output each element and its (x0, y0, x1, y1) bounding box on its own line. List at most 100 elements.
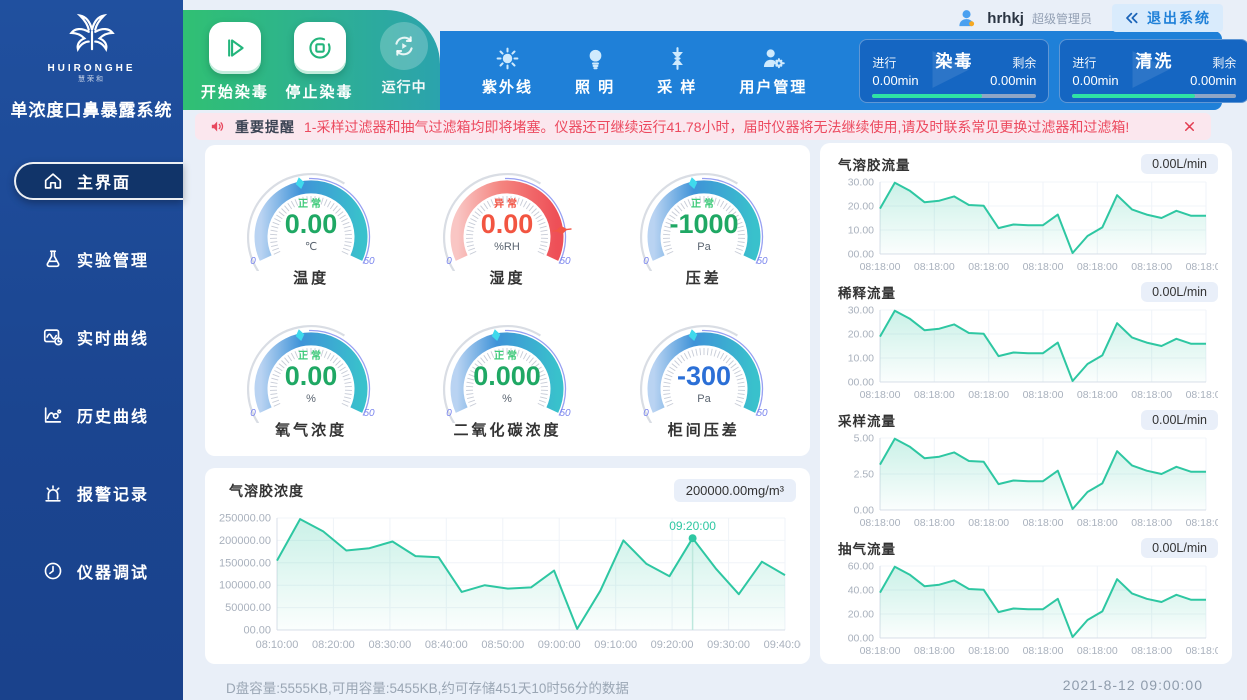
svg-text:08:20:00: 08:20:00 (312, 639, 355, 651)
app-title: 单浓度口鼻暴露系统 (0, 96, 183, 121)
svg-text:08:18:00: 08:18:00 (914, 517, 955, 529)
realtime-curve-icon (42, 326, 64, 348)
sidebar-item-realtime-curve[interactable]: 实时曲线 (0, 318, 183, 356)
progress-bar (872, 94, 1036, 98)
dilution-flow-chart-area: 30.0020.0010.0000.0008:18:0008:18:0008:1… (830, 302, 1222, 407)
aerosol-flow-block: 气溶胶流量0.00L/min30.0020.0010.0000.0008:18:… (830, 151, 1222, 279)
sidebar-item-label: 报警记录 (77, 481, 149, 505)
tool-light-bulb[interactable]: 照 明 (575, 45, 615, 97)
running-icon (390, 32, 418, 60)
progress-value: 0.00min (872, 73, 918, 88)
tool-group: 紫外线 照 明 采 样 用户管理 (482, 45, 849, 97)
svg-text:09:20:00: 09:20:00 (669, 519, 716, 533)
flow-charts-panel: 气溶胶流量0.00L/min30.0020.0010.0000.0008:18:… (820, 143, 1232, 664)
sidebar: HUIRONGHE 慧荣和 单浓度口鼻暴露系统 主界面实验管理实时曲线历史曲线报… (0, 0, 183, 700)
sidebar-item-history-curve[interactable]: 历史曲线 (0, 396, 183, 434)
toolbar-tools: 紫外线照 明采 样用户管理 ▶进行染毒剩余0.00min0.00min▶进行清洗… (440, 31, 1222, 110)
svg-text:0.00: 0.00 (481, 209, 534, 239)
tool-label: 照 明 (575, 76, 615, 97)
progress-bar-fill (872, 94, 982, 98)
svg-text:08:18:00: 08:18:00 (1131, 645, 1172, 657)
gauge-caption: 湿度 (489, 267, 525, 288)
play-button[interactable] (209, 22, 261, 74)
history-curve-icon (42, 404, 64, 426)
toolbar-controls: 开始染毒停止染毒运行中 (183, 10, 440, 110)
svg-text:5.00: 5.00 (854, 433, 875, 445)
svg-text:08:18:00: 08:18:00 (914, 645, 955, 657)
stop-button[interactable] (294, 22, 346, 74)
svg-text:09:40:00: 09:40:00 (764, 639, 801, 651)
svg-text:08:10:00: 08:10:00 (256, 639, 299, 651)
gauge-dial: 异常0.00%RH050 (422, 161, 592, 271)
stop-icon (306, 34, 334, 62)
svg-text:08:18:00: 08:18:00 (968, 389, 1009, 401)
svg-text:Pa: Pa (697, 393, 711, 405)
gauge-dial: 正常0.00%050 (226, 313, 396, 423)
svg-text:08:18:00: 08:18:00 (1077, 645, 1118, 657)
logout-label: 退出系统 (1147, 8, 1211, 28)
svg-text:00.00: 00.00 (243, 625, 271, 637)
svg-text:2.50: 2.50 (854, 469, 875, 481)
svg-text:09:30:00: 09:30:00 (707, 639, 750, 651)
home-icon (42, 170, 64, 192)
control-running: 运行中 (368, 22, 440, 97)
gauge-dial: 正常-1000Pa050 (619, 161, 789, 271)
svg-text:50: 50 (756, 256, 768, 267)
tool-label: 紫外线 (482, 76, 533, 97)
light-bulb-icon (582, 45, 609, 72)
sidebar-item-instrument-debug[interactable]: 仪器调试 (0, 552, 183, 590)
instrument-debug-icon (42, 560, 64, 582)
user-row: hrhkj 超级管理员 退出系统 (956, 4, 1223, 32)
dilution-flow-block: 稀释流量0.00L/min30.0020.0010.0000.0008:18:0… (830, 279, 1222, 407)
tool-user-manage[interactable]: 用户管理 (739, 45, 807, 97)
svg-text:08:18:00: 08:18:00 (968, 645, 1009, 657)
svg-text:08:18:00: 08:18:00 (1186, 645, 1218, 657)
control-label: 运行中 (382, 77, 427, 97)
logout-button[interactable]: 退出系统 (1112, 4, 1223, 32)
svg-text:09:20:00: 09:20:00 (651, 639, 694, 651)
gauge-dial: 正常0.000%050 (422, 313, 592, 423)
progress-label: 进行 (872, 54, 896, 71)
user-role: 超级管理员 (1032, 10, 1092, 27)
sidebar-item-home[interactable]: 主界面 (14, 162, 183, 200)
chart-value-badge: 0.00L/min (1141, 154, 1218, 174)
gauge-4: 正常0.000%050二氧化碳浓度 (422, 313, 592, 440)
close-icon[interactable] (1182, 119, 1197, 134)
svg-text:08:50:00: 08:50:00 (481, 639, 524, 651)
gauge-1: 异常0.00%RH050湿度 (422, 161, 592, 288)
sidebar-item-label: 实时曲线 (77, 325, 149, 349)
svg-text:Pa: Pa (697, 241, 711, 253)
status-panel-title: 染毒 (935, 47, 973, 72)
control-stop: 停止染毒 (284, 22, 356, 102)
svg-text:08:18:00: 08:18:00 (1023, 261, 1064, 273)
svg-text:0.00: 0.00 (285, 209, 338, 239)
sidebar-item-experiment[interactable]: 实验管理 (0, 240, 183, 278)
tool-sampling-valve[interactable]: 采 样 (657, 45, 697, 97)
aerosol-concentration-chart-area: 250000.00200000.00150000.00100000.005000… (205, 502, 810, 657)
progress-bar-fill (1072, 94, 1195, 98)
logo-icon (66, 43, 118, 60)
sampling-flow-chart-area: 5.002.500.0008:18:0008:18:0008:18:0008:1… (830, 430, 1222, 535)
svg-text:00.00: 00.00 (848, 249, 874, 261)
brand-logo: HUIRONGHE 慧荣和 (0, 0, 183, 84)
svg-text:0.00: 0.00 (854, 505, 875, 517)
alarm-record-icon (42, 482, 64, 504)
svg-text:08:18:00: 08:18:00 (1186, 517, 1218, 529)
gauge-caption: 二氧化碳浓度 (453, 419, 561, 440)
main-chart-panel: 气溶胶浓度 200000.00mg/m³ 250000.00200000.001… (205, 468, 810, 664)
control-play: 开始染毒 (199, 22, 271, 102)
exhaust-flow-block: 抽气流量0.00L/min60.0040.0020.0000.0008:18:0… (830, 535, 1222, 663)
svg-text:08:18:00: 08:18:00 (860, 389, 901, 401)
gauge-dial: 正常0.00℃050 (226, 161, 396, 271)
gauge-dial: -300Pa050 (619, 313, 789, 423)
tool-uv-sun[interactable]: 紫外线 (482, 45, 533, 97)
uv-sun-icon (494, 45, 521, 72)
gauge-caption: 氧气浓度 (275, 419, 347, 440)
svg-text:0: 0 (250, 256, 256, 267)
svg-text:08:18:00: 08:18:00 (860, 261, 901, 273)
remain-label: 剩余 (1212, 54, 1236, 71)
sidebar-item-alarm-record[interactable]: 报警记录 (0, 474, 183, 512)
svg-text:60.00: 60.00 (848, 561, 874, 573)
svg-text:40.00: 40.00 (848, 585, 874, 597)
sidebar-item-label: 主界面 (77, 169, 131, 193)
